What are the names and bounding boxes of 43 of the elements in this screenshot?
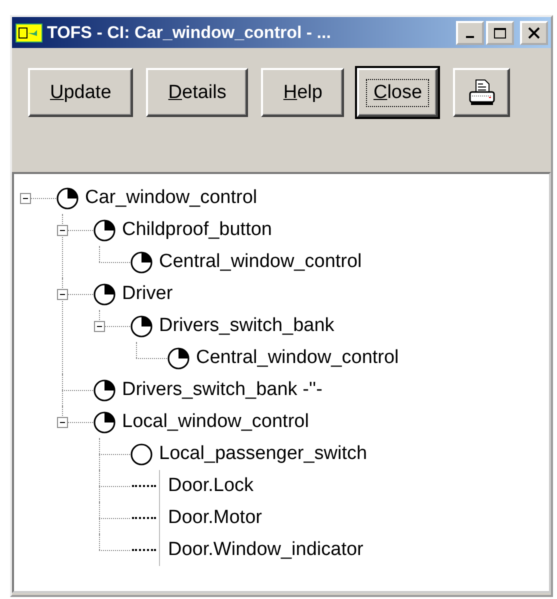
- dotted-dash-icon: [130, 534, 160, 566]
- tree-item[interactable]: Central_window_control: [159, 251, 362, 273]
- tree-item[interactable]: Door.Motor: [168, 507, 262, 529]
- dotted-dash-icon: [130, 470, 160, 502]
- minimize-icon: [466, 36, 474, 38]
- toolbar-button[interactable]: Help: [261, 68, 344, 117]
- collapse-icon[interactable]: [94, 320, 105, 332]
- app-icon: [15, 22, 43, 42]
- pie-icon: [93, 378, 116, 402]
- toolbar-button[interactable]: Update: [28, 68, 134, 117]
- tree-item[interactable]: Car_window_control: [85, 187, 258, 209]
- collapse-icon[interactable]: [57, 288, 68, 300]
- print-button[interactable]: [453, 68, 510, 117]
- circle-icon: [130, 442, 153, 466]
- collapse-icon[interactable]: [57, 224, 68, 236]
- toolbar-button[interactable]: Details: [146, 68, 248, 117]
- pie-icon: [130, 250, 153, 274]
- printer-icon: [466, 78, 497, 108]
- close-button[interactable]: [520, 20, 548, 44]
- tree-item[interactable]: Door.Lock: [168, 475, 254, 497]
- dotted-dash-icon: [130, 502, 160, 534]
- tree-item[interactable]: Drivers_switch_bank -''-: [122, 379, 322, 401]
- maximize-button[interactable]: [486, 20, 514, 44]
- minimize-button[interactable]: [456, 20, 484, 44]
- collapse-icon[interactable]: [20, 192, 31, 204]
- pie-icon: [93, 410, 116, 434]
- pie-icon: [93, 218, 116, 242]
- toolbar-button[interactable]: Close: [357, 68, 438, 117]
- tree-item[interactable]: Central_window_control: [196, 347, 399, 369]
- tree-item[interactable]: Local_passenger_switch: [159, 443, 368, 465]
- window-title: TOFS - CI: Car_window_control - ...: [47, 22, 332, 42]
- tree-item[interactable]: Driver: [122, 283, 173, 305]
- pie-icon: [167, 346, 190, 370]
- pie-icon: [56, 186, 79, 210]
- close-icon: [527, 26, 541, 38]
- tree-item[interactable]: Drivers_switch_bank: [159, 315, 334, 337]
- maximize-icon: [493, 26, 507, 38]
- tree-item[interactable]: Door.Window_indicator: [168, 539, 364, 561]
- tree-item[interactable]: Local_window_control: [122, 411, 309, 433]
- collapse-icon[interactable]: [57, 416, 68, 428]
- pie-icon: [130, 314, 153, 338]
- pie-icon: [93, 282, 116, 306]
- tree-item[interactable]: Childproof_button: [122, 219, 272, 241]
